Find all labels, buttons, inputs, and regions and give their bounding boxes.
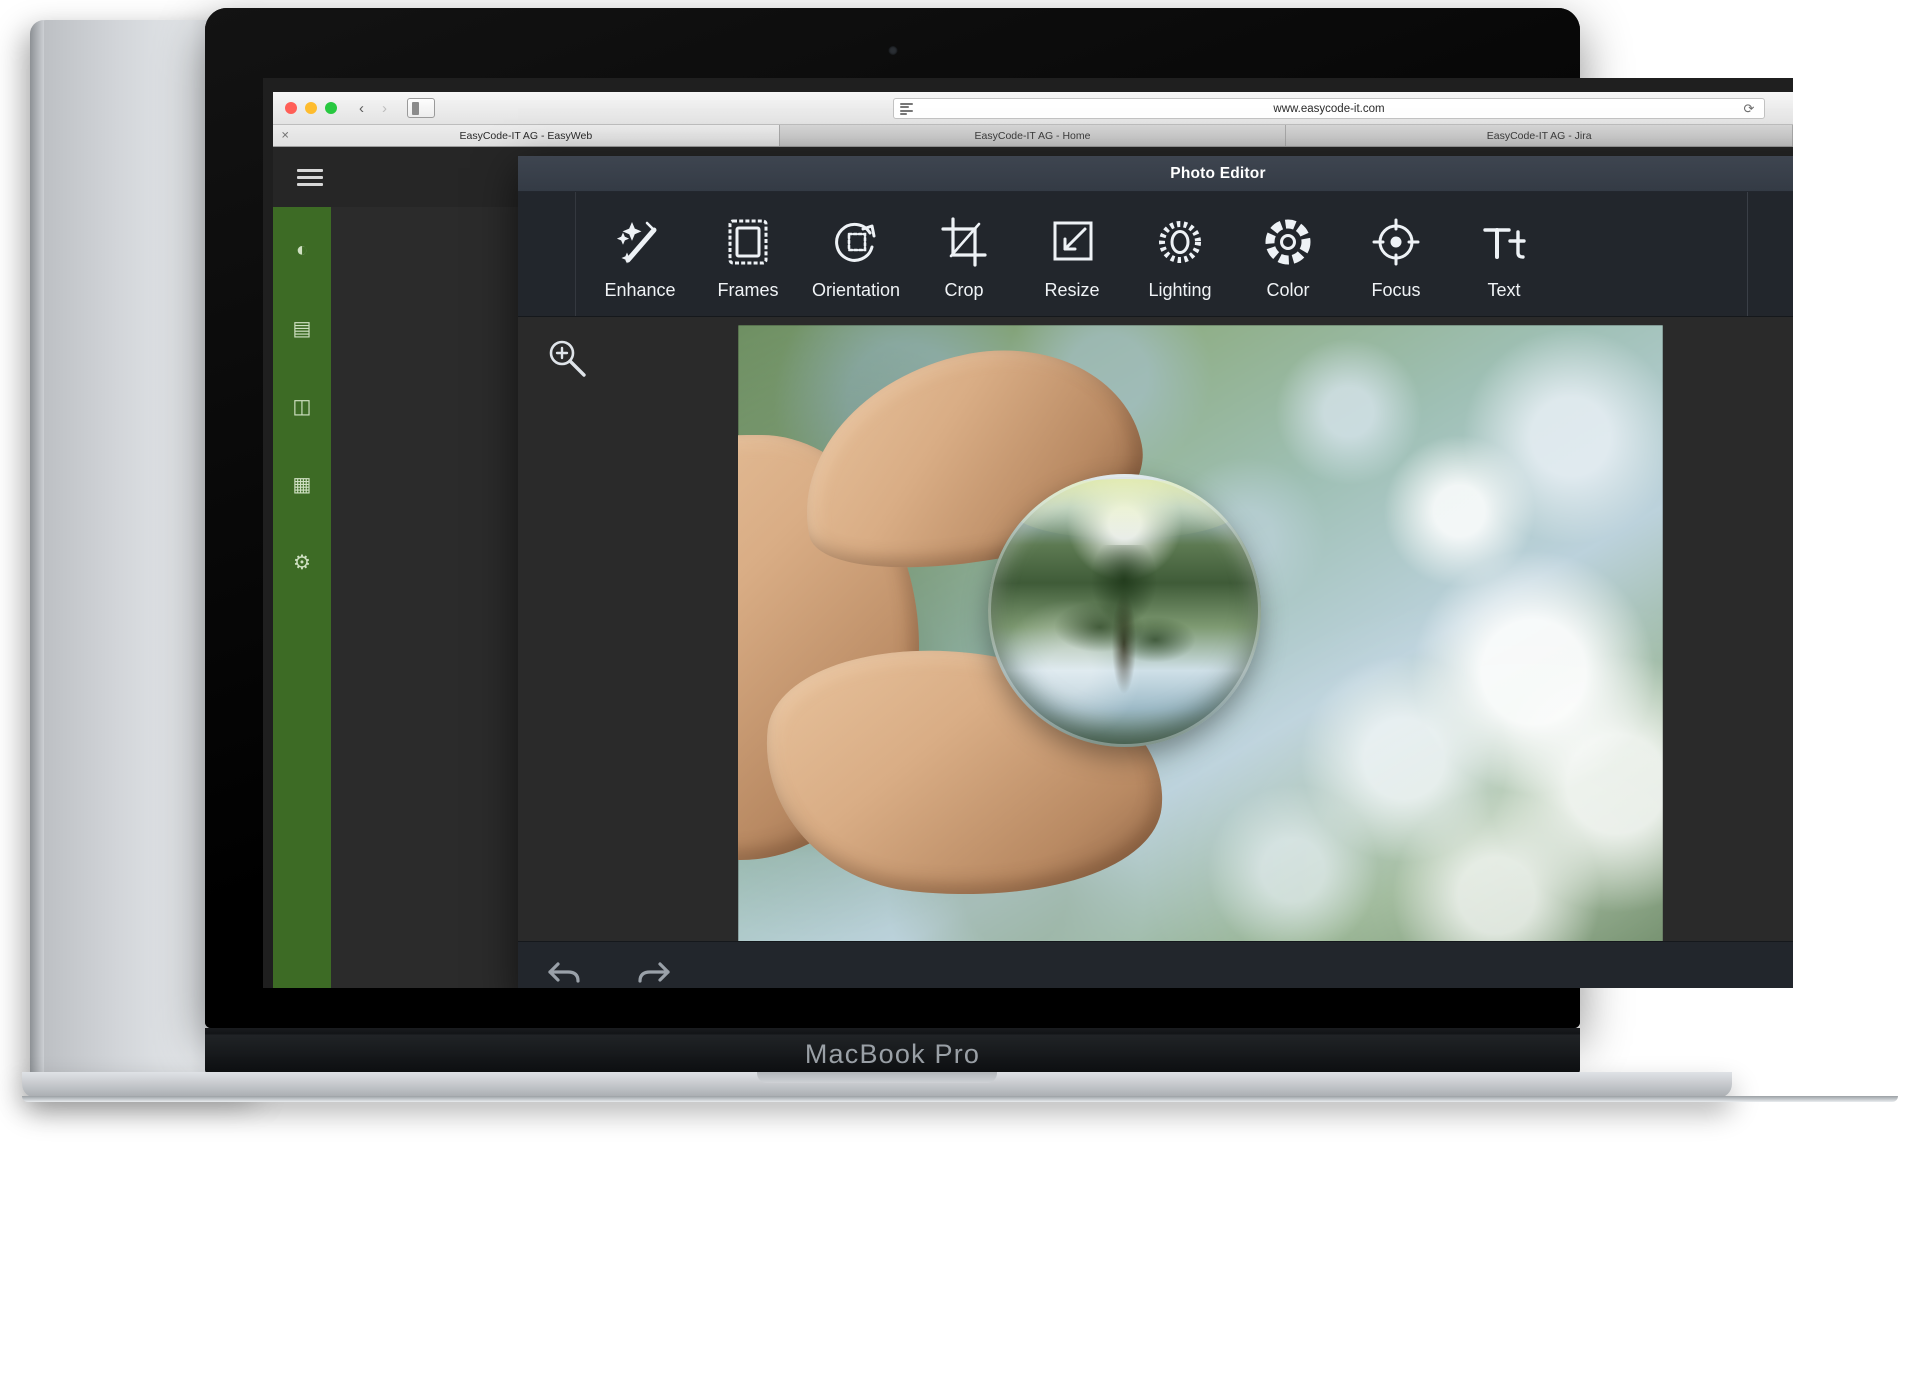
- forward-button[interactable]: ›: [374, 98, 395, 119]
- lensball-rim: [988, 474, 1261, 747]
- address-bar[interactable]: www.easycode-it.com ⟳: [893, 98, 1765, 119]
- focus-target-icon: [1367, 213, 1425, 271]
- safari-browser-window: ‹ › www.easycode-it.com ⟳ ✕ EasyCode-IT …: [263, 78, 1793, 988]
- hamburger-menu-icon[interactable]: [297, 165, 323, 190]
- tool-label: Color: [1266, 280, 1310, 300]
- frame-icon: [719, 213, 777, 271]
- webcam-icon: [888, 46, 897, 55]
- window-traffic-lights[interactable]: [285, 102, 337, 114]
- tool-list: Enhance Frames Orientation Crop Resize L…: [576, 207, 1558, 301]
- folder-icon[interactable]: ◫: [287, 391, 317, 421]
- photo-editor-title-bar: Photo Editor: [518, 156, 1793, 192]
- tool-label: Enhance: [604, 280, 676, 300]
- toolbar-divider: [1747, 192, 1748, 316]
- zoom-in-icon[interactable]: [538, 329, 596, 387]
- browser-tab[interactable]: EasyCode-IT AG - Jira: [1286, 125, 1793, 146]
- sun-icon: [1151, 213, 1209, 271]
- editor-toolbar: Enhance Frames Orientation Crop Resize L…: [518, 192, 1793, 317]
- tool-label: Frames: [717, 280, 779, 300]
- lensball: [987, 473, 1261, 747]
- tool-crop[interactable]: Crop: [910, 207, 1018, 301]
- text-icon: [1475, 213, 1533, 271]
- editor-footer: [518, 941, 1793, 988]
- image-canvas[interactable]: [738, 325, 1663, 945]
- address-bar-url: www.easycode-it.com: [1273, 102, 1385, 115]
- macbook-deck: MacBook Pro: [205, 1028, 1580, 1074]
- tab-label: EasyCode-IT AG - EasyWeb: [459, 129, 593, 142]
- page-title: Photo Editor: [1170, 164, 1266, 182]
- tool-frames[interactable]: Frames: [694, 207, 802, 301]
- undo-arrow-icon[interactable]: [544, 955, 584, 989]
- close-window-button[interactable]: [285, 102, 297, 114]
- browser-tab[interactable]: EasyCode-IT AG - Home: [779, 125, 1287, 146]
- browser-tab[interactable]: ✕ EasyCode-IT AG - EasyWeb: [273, 125, 780, 146]
- tool-label: Crop: [944, 280, 984, 300]
- tab-close-icon[interactable]: ✕: [281, 130, 289, 141]
- editor-canvas-area: [518, 317, 1793, 945]
- sidebar-toggle-icon[interactable]: [407, 98, 435, 118]
- tool-label: Focus: [1371, 280, 1421, 300]
- tool-label: Orientation: [811, 280, 901, 300]
- tool-enhance[interactable]: Enhance: [586, 207, 694, 301]
- tab-label: EasyCode-IT AG - Jira: [1486, 129, 1592, 142]
- rotate-icon: [827, 213, 885, 271]
- document-icon[interactable]: ▤: [287, 313, 317, 343]
- reader-view-icon[interactable]: [900, 103, 913, 115]
- tool-label: Text: [1487, 280, 1521, 300]
- tool-lighting[interactable]: Lighting: [1126, 207, 1234, 301]
- tool-text[interactable]: Text: [1450, 207, 1558, 301]
- tool-resize[interactable]: Resize: [1018, 207, 1126, 301]
- tool-label: Resize: [1044, 280, 1100, 300]
- tool-label: Lighting: [1148, 280, 1212, 300]
- tool-focus[interactable]: Focus: [1342, 207, 1450, 301]
- redo-arrow-icon[interactable]: [634, 955, 674, 989]
- display-screen: ‹ › www.easycode-it.com ⟳ ✕ EasyCode-IT …: [263, 78, 1793, 988]
- macbook-base: [22, 1072, 1732, 1098]
- screenshot-stage: ‹ › www.easycode-it.com ⟳ ✕ EasyCode-IT …: [0, 0, 1920, 1390]
- image-icon[interactable]: ▦: [287, 469, 317, 499]
- palette-icon[interactable]: ◐: [287, 235, 317, 265]
- crop-icon: [935, 213, 993, 271]
- page-sidebar: ◐ ▤ ◫ ▦ ⚙: [273, 207, 331, 988]
- base-notch: [757, 1072, 997, 1083]
- device-label: MacBook Pro: [804, 1039, 981, 1069]
- photo-editor-window: Photo Editor Enhance Frames Orientation …: [518, 156, 1793, 988]
- reload-icon[interactable]: ⟳: [1742, 102, 1756, 116]
- toolbar-left-pad: [518, 192, 576, 316]
- tool-orientation[interactable]: Orientation: [802, 207, 910, 301]
- macbook-lid: ‹ › www.easycode-it.com ⟳ ✕ EasyCode-IT …: [205, 8, 1793, 1028]
- base-bottom-edge: [22, 1096, 1898, 1102]
- tool-color[interactable]: Color: [1234, 207, 1342, 301]
- browser-tab-bar: ✕ EasyCode-IT AG - EasyWeb EasyCode-IT A…: [273, 125, 1793, 147]
- resize-icon: [1043, 213, 1101, 271]
- color-wheel-icon: [1259, 213, 1317, 271]
- back-button[interactable]: ‹: [351, 98, 372, 119]
- gear-icon[interactable]: ⚙: [287, 547, 317, 577]
- tab-label: EasyCode-IT AG - Home: [974, 129, 1091, 142]
- magic-wand-icon: [611, 213, 669, 271]
- navigation-buttons[interactable]: ‹ ›: [351, 98, 395, 119]
- minimize-window-button[interactable]: [305, 102, 317, 114]
- maximize-window-button[interactable]: [325, 102, 337, 114]
- browser-toolbar: ‹ › www.easycode-it.com ⟳: [273, 92, 1793, 125]
